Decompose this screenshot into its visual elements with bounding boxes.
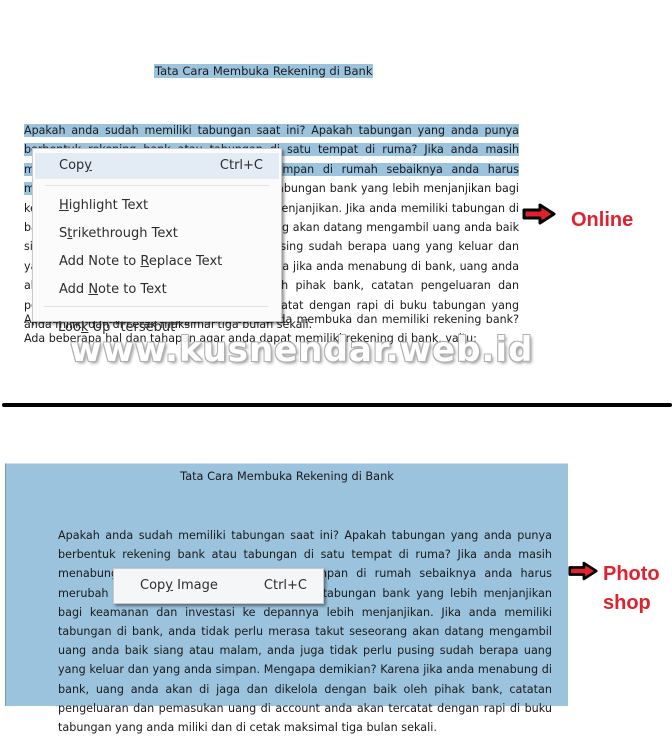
shortcut-label: Ctrl+C [263,578,307,593]
section-divider [2,403,672,407]
paragraph: Apakah anda sudah memiliki tabungan saat… [58,529,552,735]
online-label: Online [571,209,634,231]
right-arrow-icon [522,203,556,225]
context-menu-lookup: Look Up "tersebut" [32,148,280,335]
menu-item-copy-image[interactable]: Copy Image Ctrl+C [114,573,323,599]
document-title: Tata Cara Membuka Rekening di Bank [154,64,374,78]
document-title: Tata Cara Membuka Rekening di Bank [180,470,394,483]
right-arrow-icon [568,561,598,581]
context-menu: Copy Image Ctrl+C [113,568,324,604]
photoshop-label: Photo shop [603,563,660,614]
menu-item-look-up[interactable]: Look Up "tersebut" [32,315,280,341]
